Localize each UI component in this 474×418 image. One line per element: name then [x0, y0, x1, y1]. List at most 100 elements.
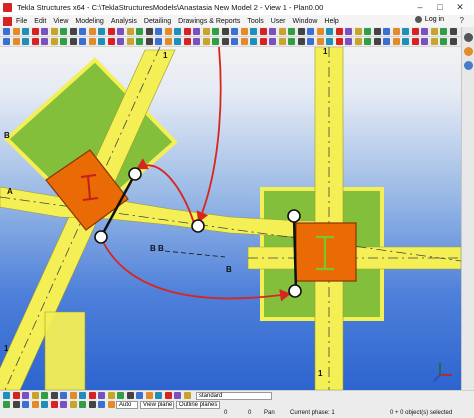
- menu-drawings-reports[interactable]: Drawings & Reports: [178, 18, 240, 25]
- toolbar-secondary-button-27[interactable]: [250, 38, 257, 45]
- toolbar-secondary-button-31[interactable]: [288, 38, 295, 45]
- snap-toolbar-button-15[interactable]: [136, 392, 143, 399]
- selection-bar-button-11[interactable]: [98, 401, 105, 408]
- toolbar-secondary-button-45[interactable]: [421, 38, 428, 45]
- menu-view[interactable]: View: [53, 18, 68, 25]
- selection-bar-button-2[interactable]: [12, 401, 20, 408]
- toolbar-secondary-button-12[interactable]: [107, 38, 115, 45]
- toolbar-main-button-35[interactable]: [326, 28, 333, 35]
- toolbar-main-button-28[interactable]: [259, 28, 267, 35]
- toolbar-main-button-38[interactable]: [354, 28, 362, 35]
- toolbar-main-button-18[interactable]: [164, 28, 172, 35]
- toolbar-secondary-button-35[interactable]: [326, 38, 333, 45]
- menu-analysis[interactable]: Analysis: [111, 18, 137, 25]
- toolbar-secondary-button-40[interactable]: [373, 38, 381, 45]
- toolbar-secondary-button-32[interactable]: [297, 38, 305, 45]
- toolbar-main-button-29[interactable]: [269, 28, 276, 35]
- toolbar-main-button-4[interactable]: [31, 28, 39, 35]
- toolbar-secondary-button-2[interactable]: [12, 38, 20, 45]
- toolbar-main-button-23[interactable]: [212, 28, 219, 35]
- toolbar-main-button-5[interactable]: [41, 28, 48, 35]
- toolbar-main-button-44[interactable]: [411, 28, 419, 35]
- help-icon[interactable]: ?: [460, 16, 464, 25]
- toolbar-secondary-button-18[interactable]: [164, 38, 172, 45]
- toolbar-main-button-10[interactable]: [88, 28, 96, 35]
- snap-toolbar-button-8[interactable]: [69, 392, 77, 399]
- toolbar-main-button-46[interactable]: [430, 28, 438, 35]
- snap-toolbar-button-19[interactable]: [174, 392, 181, 399]
- toolbar-secondary-button-43[interactable]: [402, 38, 409, 45]
- toolbar-main-button-17[interactable]: [155, 28, 162, 35]
- handle-point-4[interactable]: [287, 209, 301, 223]
- menu-file[interactable]: File: [16, 18, 27, 25]
- toolbar-main-button-30[interactable]: [278, 28, 286, 35]
- snap-toolbar-button-2[interactable]: [12, 392, 20, 399]
- toolbar-secondary-button-39[interactable]: [364, 38, 371, 45]
- minimize-button[interactable]: –: [410, 1, 430, 14]
- toolbar-secondary-button-9[interactable]: [79, 38, 86, 45]
- toolbar-secondary-button-47[interactable]: [440, 38, 447, 45]
- selection-bar-button-3[interactable]: [22, 401, 29, 408]
- applications-icon[interactable]: [464, 61, 473, 70]
- toolbar-secondary-button-37[interactable]: [345, 38, 352, 45]
- toolbar-secondary-button-33[interactable]: [307, 38, 314, 45]
- properties-icon[interactable]: [464, 33, 473, 42]
- toolbar-main-button-2[interactable]: [12, 28, 20, 35]
- menu-edit[interactable]: Edit: [34, 18, 46, 25]
- toolbar-main-button-21[interactable]: [193, 28, 200, 35]
- toolbar-main-button-43[interactable]: [402, 28, 409, 35]
- handle-point-3[interactable]: [191, 219, 205, 233]
- selection-bar-button-7[interactable]: [60, 401, 67, 408]
- menu-modeling[interactable]: Modeling: [75, 18, 103, 25]
- selection-bar-button-4[interactable]: [31, 401, 39, 408]
- selection-bar-button-12[interactable]: [107, 401, 115, 408]
- toolbar-main-button-26[interactable]: [240, 28, 248, 35]
- toolbar-secondary-button-3[interactable]: [22, 38, 29, 45]
- column-right[interactable]: [295, 222, 357, 282]
- toolbar-secondary-button-26[interactable]: [240, 38, 248, 45]
- snap-toolbar-button-20[interactable]: [183, 392, 191, 399]
- handle-point-5[interactable]: [288, 284, 302, 298]
- toolbar-main-button-19[interactable]: [174, 28, 181, 35]
- toolbar-secondary-button-15[interactable]: [136, 38, 143, 45]
- close-button[interactable]: ✕: [450, 1, 470, 14]
- selection-bar-button-6[interactable]: [50, 401, 58, 408]
- toolbar-main-button-12[interactable]: [107, 28, 115, 35]
- snap-toolbar-button-10[interactable]: [88, 392, 96, 399]
- toolbar-secondary-button-10[interactable]: [88, 38, 96, 45]
- toolbar-secondary-button-16[interactable]: [145, 38, 153, 45]
- snap-toolbar-button-5[interactable]: [41, 392, 48, 399]
- toolbar-main-button-37[interactable]: [345, 28, 352, 35]
- toolbar-secondary-button-4[interactable]: [31, 38, 39, 45]
- toolbar-secondary-button-21[interactable]: [193, 38, 200, 45]
- menu-user[interactable]: User: [271, 18, 286, 25]
- toolbar-secondary-button-24[interactable]: [221, 38, 229, 45]
- toolbar-main-button-22[interactable]: [202, 28, 210, 35]
- toolbar-main-button-11[interactable]: [98, 28, 105, 35]
- menu-detailing[interactable]: Detailing: [144, 18, 171, 25]
- snap-toolbar-button-13[interactable]: [117, 392, 124, 399]
- toolbar-main-button-13[interactable]: [117, 28, 124, 35]
- selection-bar-button-9[interactable]: [79, 401, 86, 408]
- toolbar-main-button-41[interactable]: [383, 28, 390, 35]
- selection-bar-button-5[interactable]: [41, 401, 48, 408]
- beam-bottom-left[interactable]: [44, 311, 86, 390]
- toolbar-main-button-14[interactable]: [126, 28, 134, 35]
- toolbar-secondary-button-41[interactable]: [383, 38, 390, 45]
- snap-toolbar-button-14[interactable]: [126, 392, 134, 399]
- toolbar-secondary-button-36[interactable]: [335, 38, 343, 45]
- handle-point-1[interactable]: [128, 167, 142, 181]
- toolbar-main-button-40[interactable]: [373, 28, 381, 35]
- view-plane-select[interactable]: View plane: [140, 401, 174, 409]
- toolbar-main-button-34[interactable]: [316, 28, 324, 35]
- toolbar-secondary-button-19[interactable]: [174, 38, 181, 45]
- toolbar-secondary-button-1[interactable]: [3, 38, 10, 45]
- toolbar-main-button-9[interactable]: [79, 28, 86, 35]
- standard-select[interactable]: standard: [196, 392, 272, 400]
- maximize-button[interactable]: □: [430, 1, 450, 14]
- toolbar-main-button-32[interactable]: [297, 28, 305, 35]
- auto-select[interactable]: Auto: [116, 401, 138, 409]
- toolbar-main-button-48[interactable]: [449, 28, 457, 35]
- outline-planes-select[interactable]: Outline planes: [176, 401, 220, 409]
- handle-point-2[interactable]: [94, 230, 108, 244]
